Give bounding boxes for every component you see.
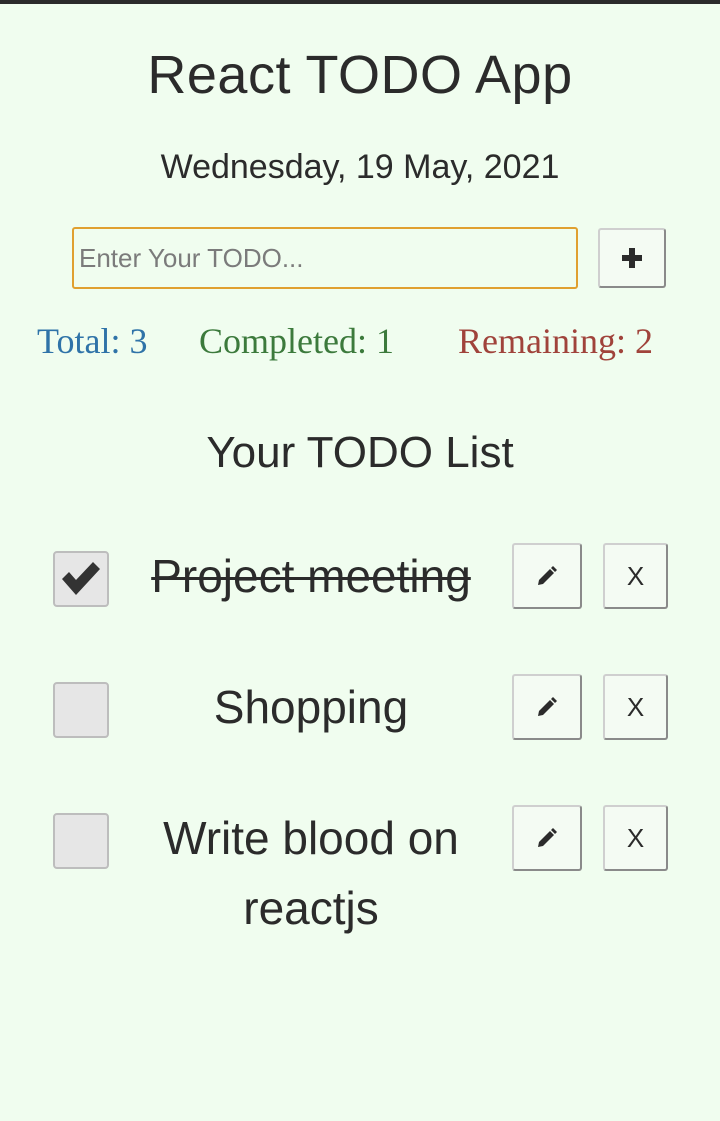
delete-button[interactable]: X <box>603 805 668 871</box>
delete-button[interactable]: X <box>603 543 668 609</box>
delete-button[interactable]: X <box>603 674 668 740</box>
todo-stats: Total: 3 Completed: 1 Remaining: 2 <box>0 320 720 364</box>
add-todo-button[interactable] <box>598 228 666 288</box>
todo-checkbox[interactable] <box>53 682 109 738</box>
todo-text: Shopping <box>213 681 409 733</box>
checkmark-icon <box>62 562 100 595</box>
stat-completed: Completed: 1 <box>199 321 394 361</box>
todo-text: Write blood on reactjs <box>163 812 459 934</box>
pencil-icon <box>538 566 557 585</box>
edit-button[interactable] <box>512 674 582 740</box>
todo-item: Project meeting X <box>0 541 720 611</box>
todo-checkbox[interactable] <box>53 813 109 869</box>
todo-checkbox[interactable] <box>53 551 109 607</box>
pencil-icon <box>538 828 557 847</box>
todo-input[interactable] <box>74 229 576 287</box>
status-bar-edge <box>0 0 720 4</box>
pencil-icon <box>538 697 557 716</box>
todo-item: Shopping X <box>0 672 720 742</box>
edit-button[interactable] <box>512 543 582 609</box>
todo-input-wrapper <box>72 227 578 289</box>
current-date: Wednesday, 19 May, 2021 <box>160 148 560 186</box>
list-heading: Your TODO List <box>206 428 514 477</box>
todo-text: Project meeting <box>151 550 471 602</box>
stat-total: Total: 3 <box>37 321 148 361</box>
edit-button[interactable] <box>512 805 582 871</box>
stat-remaining: Remaining: 2 <box>458 321 653 361</box>
todo-item: Write blood on reactjs X <box>0 803 720 943</box>
plus-icon <box>622 248 642 268</box>
todo-app: React TODO App Wednesday, 19 May, 2021 T… <box>0 0 720 1121</box>
app-title: React TODO App <box>147 45 573 105</box>
